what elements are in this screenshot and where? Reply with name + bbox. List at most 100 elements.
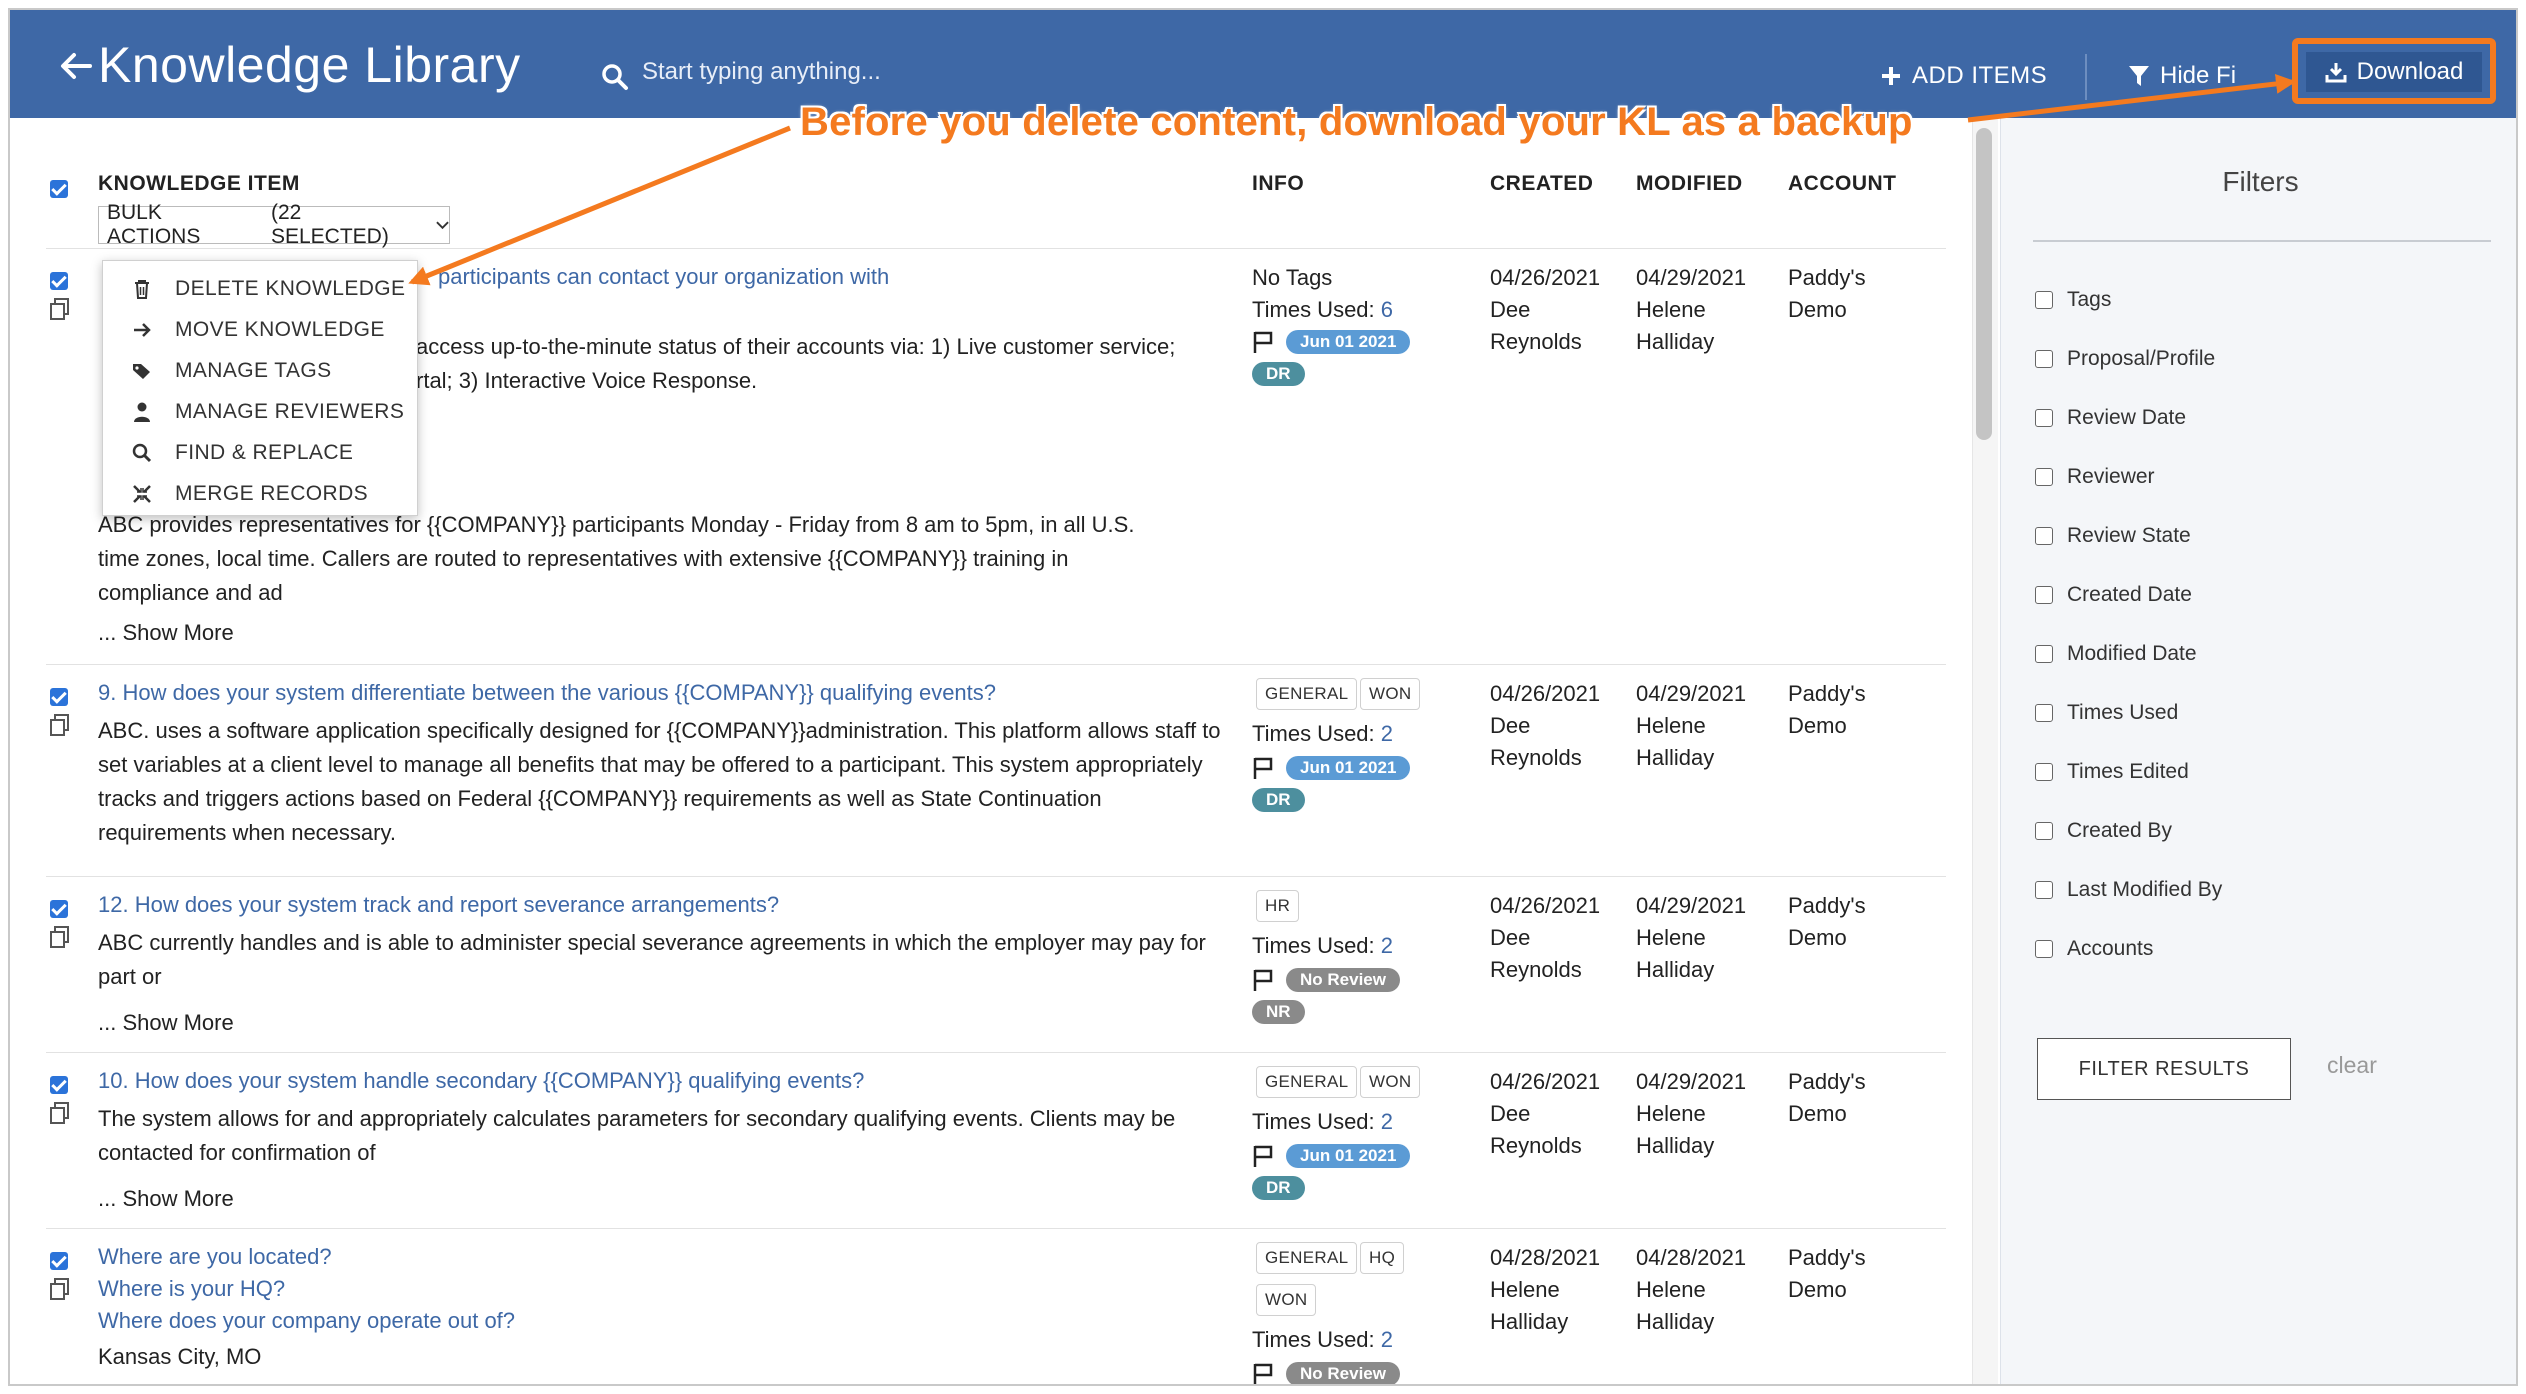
filter-option-review-date[interactable]: Review Date (2035, 406, 2186, 430)
scrollbar-thumb[interactable] (1976, 128, 1992, 440)
question-link[interactable]: Where is your HQ? (98, 1276, 285, 1302)
account: Paddy's (1788, 1245, 1866, 1270)
row-checkbox[interactable] (50, 900, 68, 918)
filter-option-reviewer[interactable]: Reviewer (2035, 465, 2155, 489)
select-all-checkbox[interactable] (50, 180, 68, 198)
filter-option-times-used[interactable]: Times Used (2035, 701, 2178, 725)
menu-item-move-knowledge[interactable]: MOVE KNOWLEDGE (103, 310, 417, 350)
show-more-link[interactable]: ... Show More (98, 620, 234, 646)
filter-option-proposal-profile[interactable]: Proposal/Profile (2035, 347, 2215, 371)
copy-icon[interactable] (50, 714, 70, 736)
filter-checkbox[interactable] (2035, 350, 2053, 368)
flag-icon[interactable] (1252, 1144, 1274, 1168)
row-checkbox[interactable] (50, 688, 68, 706)
filter-option-modified-date[interactable]: Modified Date (2035, 642, 2197, 666)
copy-icon[interactable] (50, 298, 70, 320)
filter-option-accounts[interactable]: Accounts (2035, 937, 2153, 961)
add-items-button[interactable]: ADD ITEMS (1880, 62, 2047, 90)
modified-by: Halliday (1636, 1133, 1715, 1158)
filter-option-review-state[interactable]: Review State (2035, 524, 2191, 548)
question-link[interactable]: participants can contact your organizati… (438, 264, 889, 290)
row-checkbox[interactable] (50, 1252, 68, 1270)
menu-item-manage-tags[interactable]: MANAGE TAGS (103, 351, 417, 391)
account: Demo (1788, 1277, 1847, 1302)
download-button[interactable]: Download (2306, 52, 2482, 92)
filter-option-tags[interactable]: Tags (2035, 288, 2111, 312)
filter-option-created-by[interactable]: Created By (2035, 819, 2172, 843)
account: Paddy's (1788, 265, 1866, 290)
filter-checkbox[interactable] (2035, 763, 2053, 781)
question-link[interactable]: Where are you located? (98, 1244, 332, 1270)
question-link[interactable]: 10. How does your system handle secondar… (98, 1068, 864, 1094)
modified-by: Halliday (1636, 745, 1715, 770)
filter-checkbox[interactable] (2035, 822, 2053, 840)
filter-option-times-edited[interactable]: Times Edited (2035, 760, 2189, 784)
search-input[interactable] (642, 54, 1202, 90)
tags-icon (133, 364, 150, 379)
review-date-pill[interactable]: Jun 01 2021 (1286, 330, 1411, 354)
copy-icon[interactable] (50, 1278, 70, 1300)
column-header-account[interactable]: ACCOUNT (1788, 172, 1897, 196)
answer-text: Kansas City, MO (98, 1344, 262, 1369)
filter-results-button[interactable]: FILTER RESULTS (2037, 1038, 2291, 1100)
filter-checkbox[interactable] (2035, 409, 2053, 427)
filter-option-created-date[interactable]: Created Date (2035, 583, 2192, 607)
clear-filters-link[interactable]: clear (2327, 1052, 2377, 1079)
tag-chip[interactable]: HR (1256, 890, 1300, 922)
row-checkbox[interactable] (50, 1076, 68, 1094)
flag-icon[interactable] (1252, 1362, 1274, 1386)
review-state-pill[interactable]: No Review (1286, 1362, 1400, 1384)
reviewer-pill[interactable]: DR (1252, 788, 1305, 812)
tag-chip[interactable]: HQ (1360, 1242, 1405, 1274)
modified-date: 04/29/2021 (1636, 265, 1747, 290)
app-window: Knowledge Library ADD ITEMS Hide Fi Down… (8, 8, 2518, 1386)
reviewer-pill[interactable]: DR (1252, 362, 1305, 386)
flag-icon[interactable] (1252, 968, 1274, 992)
tag-chip[interactable]: WON (1360, 1066, 1421, 1098)
flag-icon[interactable] (1252, 330, 1274, 354)
tag-chip[interactable]: WON (1360, 678, 1421, 710)
question-link[interactable]: 9. How does your system differentiate be… (98, 680, 996, 706)
menu-item-find-replace[interactable]: FIND & REPLACE (103, 433, 417, 473)
times-used: Times Used: 2 (1252, 721, 1394, 746)
back-arrow-icon[interactable] (56, 46, 96, 86)
column-header-created[interactable]: CREATED (1490, 172, 1593, 196)
filter-checkbox[interactable] (2035, 527, 2053, 545)
hide-filters-button[interactable]: Hide Fi (2128, 62, 2236, 90)
show-more-link[interactable]: ... Show More (98, 1186, 234, 1212)
tag-chip[interactable]: WON (1256, 1284, 1317, 1316)
created-by: Reynolds (1490, 745, 1582, 770)
copy-icon[interactable] (50, 926, 70, 948)
row-divider (46, 876, 1946, 877)
reviewer-pill[interactable]: NR (1252, 1000, 1305, 1024)
filter-option-last-modified-by[interactable]: Last Modified By (2035, 878, 2222, 902)
filter-checkbox[interactable] (2035, 291, 2053, 309)
answer-text: compliance and ad (98, 580, 283, 605)
copy-icon[interactable] (50, 1102, 70, 1124)
bulk-actions-dropdown[interactable]: BULK ACTIONS (22 SELECTED) (98, 201, 450, 248)
menu-item-delete-knowledge[interactable]: DELETE KNOWLEDGE (103, 269, 417, 309)
filter-checkbox[interactable] (2035, 586, 2053, 604)
flag-icon[interactable] (1252, 756, 1274, 780)
filter-checkbox[interactable] (2035, 940, 2053, 958)
column-header-modified[interactable]: MODIFIED (1636, 172, 1743, 196)
menu-item-merge-records[interactable]: MERGE RECORDS (103, 474, 417, 514)
menu-item-manage-reviewers[interactable]: MANAGE REVIEWERS (103, 392, 417, 432)
column-header-item[interactable]: KNOWLEDGE ITEM (98, 172, 300, 196)
review-state-pill[interactable]: No Review (1286, 968, 1400, 992)
tag-chip[interactable]: GENERAL (1256, 1242, 1358, 1274)
row-checkbox[interactable] (50, 272, 68, 290)
review-date-pill[interactable]: Jun 01 2021 (1286, 756, 1411, 780)
tag-chip[interactable]: GENERAL (1256, 1066, 1358, 1098)
review-date-pill[interactable]: Jun 01 2021 (1286, 1144, 1411, 1168)
filter-checkbox[interactable] (2035, 704, 2053, 722)
reviewer-pill[interactable]: DR (1252, 1176, 1305, 1200)
filter-checkbox[interactable] (2035, 468, 2053, 486)
question-link[interactable]: Where does your company operate out of? (98, 1308, 515, 1334)
tag-chip[interactable]: GENERAL (1256, 678, 1358, 710)
show-more-link[interactable]: ... Show More (98, 1010, 234, 1036)
question-link[interactable]: 12. How does your system track and repor… (98, 892, 779, 918)
column-header-info[interactable]: INFO (1252, 172, 1304, 196)
filter-checkbox[interactable] (2035, 645, 2053, 663)
filter-checkbox[interactable] (2035, 881, 2053, 899)
